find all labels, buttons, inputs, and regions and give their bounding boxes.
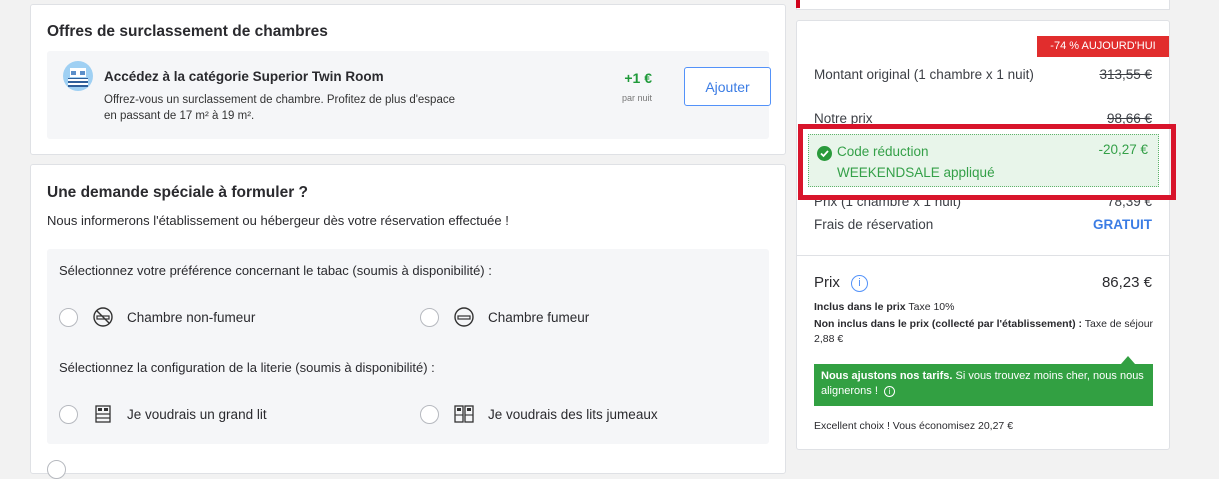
twin-beds-label: Je voudrais des lits jumeaux xyxy=(488,407,658,422)
large-bed-label: Je voudrais un grand lit xyxy=(127,407,267,422)
booking-fee-label: Frais de réservation xyxy=(814,217,934,232)
preferences-box: Sélectionnez votre préférence concernant… xyxy=(47,249,769,444)
original-amount-value: 313,55 € xyxy=(1099,67,1152,82)
savings-text: Excellent choix ! Vous économisez 20,27 … xyxy=(814,420,1014,432)
total-price-value: 86,23 € xyxy=(1101,274,1152,291)
divider xyxy=(797,255,1169,256)
not-included-line: Non inclus dans le prix (collecté par l'… xyxy=(814,317,1159,347)
add-upgrade-button[interactable]: Ajouter xyxy=(684,67,771,106)
promo-bold: Nous ajustons nos tarifs. xyxy=(821,370,953,382)
price-summary-card: -74 % AUJOURD'HUI Montant original (1 ch… xyxy=(796,20,1170,450)
special-requests-card: Une demande spéciale à formuler ? Nous i… xyxy=(30,164,786,479)
smoking-label: Chambre fumeur xyxy=(488,310,590,325)
smoking-radio[interactable] xyxy=(420,308,439,327)
booking-fee-value: GRATUIT xyxy=(1093,217,1152,232)
discount-badge: -74 % AUJOURD'HUI xyxy=(1037,36,1169,57)
highlight-frame xyxy=(798,124,1176,200)
bed-preference-label: Sélectionnez la configuration de la lite… xyxy=(59,360,435,375)
twin-beds-radio[interactable] xyxy=(420,405,439,424)
promo-arrow xyxy=(1121,356,1135,364)
not-included-label: Non inclus dans le prix (collecté par l'… xyxy=(814,318,1082,330)
offer-per-night: par nuit xyxy=(621,93,652,103)
twin-beds-icon xyxy=(454,405,474,423)
large-bed-radio[interactable] xyxy=(59,405,78,424)
next-option-radio[interactable] xyxy=(47,460,66,479)
smoking-preference-label: Sélectionnez votre préférence concernant… xyxy=(59,263,492,278)
promo-info-icon[interactable]: i xyxy=(883,385,895,397)
upgrade-offer: Accédez à la catégorie Superior Twin Roo… xyxy=(47,51,771,139)
red-accent-edge xyxy=(796,0,800,8)
room-upgrade-icon xyxy=(63,61,93,91)
upgrade-section-title: Offres de surclassement de chambres xyxy=(47,23,328,40)
special-subtext: Nous informerons l'établissement ou hébe… xyxy=(47,213,509,228)
non-smoking-label: Chambre non-fumeur xyxy=(127,310,256,325)
upgrade-offers-card: Offres de surclassement de chambres Accé… xyxy=(30,4,786,155)
no-smoking-icon xyxy=(93,307,113,327)
non-smoking-radio[interactable] xyxy=(59,308,78,327)
included-label: Inclus dans le prix xyxy=(814,301,906,313)
included-value: Taxe 10% xyxy=(908,301,955,313)
offer-name: Accédez à la catégorie Superior Twin Roo… xyxy=(104,69,384,84)
offer-price: +1 € xyxy=(624,70,652,86)
previous-card-edge xyxy=(796,0,1170,10)
special-section-title: Une demande spéciale à formuler ? xyxy=(47,184,309,201)
double-bed-icon xyxy=(95,405,111,423)
smoking-icon xyxy=(454,307,474,327)
price-match-banner: Nous ajustons nos tarifs. Si vous trouve… xyxy=(814,364,1153,406)
info-icon[interactable]: i xyxy=(851,275,868,292)
offer-description: Offrez-vous un surclassement de chambre.… xyxy=(104,94,455,122)
included-line: Inclus dans le prix Taxe 10% xyxy=(814,300,1159,315)
original-amount-label: Montant original (1 chambre x 1 nuit) xyxy=(814,67,1034,82)
total-price-label: Prix xyxy=(814,274,840,291)
